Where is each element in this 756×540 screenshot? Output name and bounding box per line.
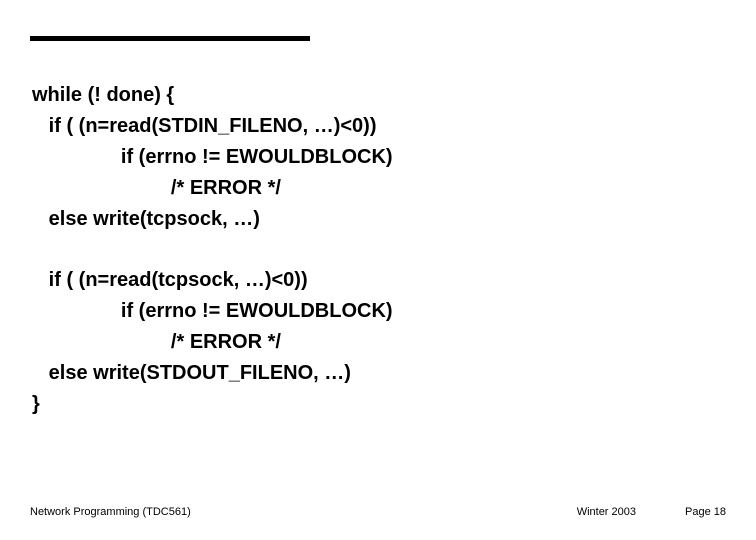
code-line: if (errno != EWOULDBLOCK) [32,142,393,173]
blank-line [32,235,393,265]
footer-right: Page 18 [685,506,726,518]
code-line: while (! done) { [32,80,393,111]
code-line: if (errno != EWOULDBLOCK) [32,296,393,327]
code-block: while (! done) { if ( (n=read(STDIN_FILE… [32,80,393,420]
code-line: if ( (n=read(STDIN_FILENO, …)<0)) [32,111,393,142]
code-line: if ( (n=read(tcpsock, …)<0)) [32,265,393,296]
header-rule [30,36,310,41]
code-line: else write(STDOUT_FILENO, …) [32,358,393,389]
code-line: else write(tcpsock, …) [32,204,393,235]
code-line: /* ERROR */ [32,327,393,358]
code-line: } [32,389,393,420]
code-line: /* ERROR */ [32,173,393,204]
footer-left: Network Programming (TDC561) [30,506,191,518]
footer-mid: Winter 2003 [577,506,636,518]
